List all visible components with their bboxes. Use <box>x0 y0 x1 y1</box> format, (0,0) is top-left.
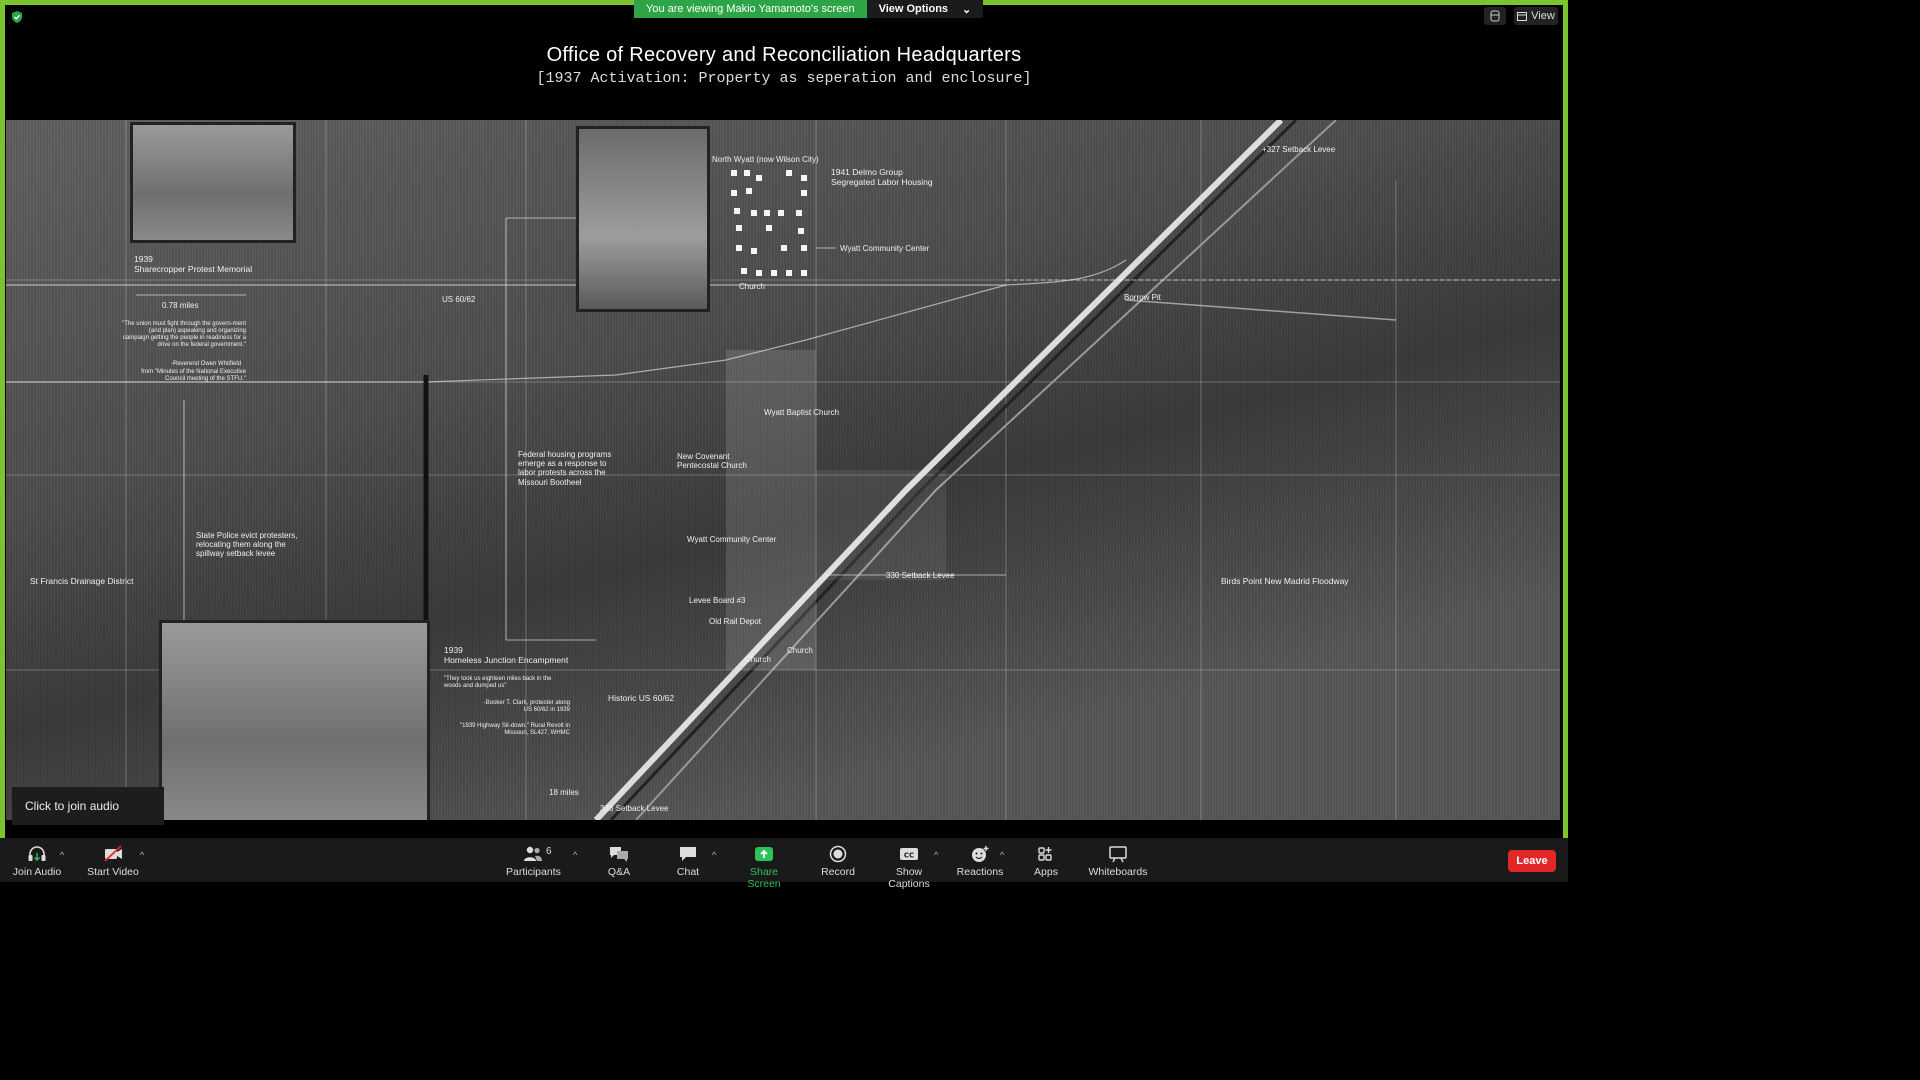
map-label-new-covenant: New Covenant <box>677 452 730 461</box>
apps-label: Apps <box>1034 866 1058 878</box>
chat-button[interactable]: Chat <box>670 844 706 878</box>
map-label-union-attribution: -Reverend Owen Whitfield <box>171 361 242 367</box>
map-label-church-lower-left: Church <box>745 655 771 664</box>
audio-options-caret[interactable]: ^ <box>60 850 64 860</box>
historic-photo-truck <box>130 122 296 243</box>
map-label-state-police: State Police evict protesters, relocatin… <box>196 531 298 559</box>
map-label-eighteen-quote: "They took us eighteen miles back in the… <box>444 676 552 689</box>
start-video-button[interactable]: Start Video <box>86 844 140 878</box>
participants-icon <box>524 846 542 861</box>
start-video-label: Start Video <box>87 866 139 878</box>
map-label-setback-levee-327: +327 Setback Levee <box>1262 145 1336 154</box>
map-label-homeless-encampment: Homeless Junction Encampment <box>444 655 569 665</box>
map-label-historic-us: Historic US 60/62 <box>608 693 675 703</box>
meeting-toolbar: Join Audio ^ Start Video ^ Participants … <box>0 838 1568 890</box>
map-label-wyatt-community-center-top: Wyatt Community Center <box>840 244 930 253</box>
map-label-revolt-source: "1939 Highway Sit-down," Rural Revolt in… <box>460 723 570 736</box>
leave-button[interactable]: Leave <box>1508 850 1556 872</box>
record-icon <box>829 845 847 863</box>
viewing-screen-label: You are viewing Makio Yamamoto's screen <box>634 0 867 18</box>
map-label-levee-board: Levee Board #3 <box>689 596 746 605</box>
grid-view-icon <box>1517 11 1528 21</box>
map-label-delmo-housing: Segregated Labor Housing <box>831 177 933 187</box>
map-label-old-rail-depot: Old Rail Depot <box>709 617 762 626</box>
map-label-wyatt-community-center-mid: Wyatt Community Center <box>687 535 777 544</box>
apps-icon <box>1038 847 1052 861</box>
view-options-button[interactable]: View Options ⌄ <box>866 0 984 18</box>
map-label-setback-levee-330: 330 Setback Levee <box>886 571 955 580</box>
map-label-distance-078: 0.78 miles <box>162 301 199 310</box>
screen-share-banner: You are viewing Makio Yamamoto's screen … <box>634 0 984 18</box>
map-label-sharecropper-memorial: Sharecropper Protest Memorial <box>134 264 253 274</box>
map-label-eighteen-miles: 18 miles <box>549 788 579 797</box>
show-captions-label: Show Captions <box>888 866 930 890</box>
map-label-clark-attribution: -Booker T. Clark, protester along US 60/… <box>483 700 570 713</box>
captions-options-caret[interactable]: ^ <box>934 850 938 860</box>
map-label-setback-levee-328: 328 Setback Levee <box>600 804 669 813</box>
security-shield-icon[interactable] <box>10 10 24 24</box>
svg-text:CC: CC <box>904 852 914 860</box>
slide-title: Office of Recovery and Reconciliation He… <box>546 44 1022 66</box>
record-button[interactable]: Record <box>818 844 858 878</box>
qa-button[interactable]: Q&A <box>598 844 640 878</box>
map-label-union-quote: "The union must fight through the govern… <box>122 321 246 348</box>
video-options-caret[interactable]: ^ <box>140 850 144 860</box>
map-label-wyatt-baptist: Wyatt Baptist Church <box>764 408 840 417</box>
map-label-north-wyatt: North Wyatt (now Wilson City) <box>712 155 819 164</box>
share-screen-button[interactable]: Share Screen <box>734 844 794 890</box>
view-label: View <box>1531 10 1555 22</box>
whiteboards-button[interactable]: Whiteboards <box>1088 844 1148 878</box>
captions-icon: CC <box>900 848 918 860</box>
map-label-us-60-62: US 60/62 <box>442 295 476 304</box>
map-label-borrow-pit: Borrow Pit <box>1124 293 1161 302</box>
reactions-button[interactable]: Reactions <box>956 844 1004 878</box>
participants-label: Participants <box>506 866 561 878</box>
map-label-st-francis: St Francis Drainage District <box>30 576 134 586</box>
map-label-church-lower-right: Church <box>787 646 813 655</box>
exit-fullscreen-button[interactable] <box>1484 7 1506 25</box>
join-audio-button[interactable]: Join Audio <box>10 844 64 878</box>
headphones-icon <box>28 846 46 861</box>
chat-icon <box>680 847 696 861</box>
map-label-pentecostal: Pentecostal Church <box>677 461 747 470</box>
chevron-down-icon: ⌄ <box>962 4 972 16</box>
map-label-union-source: from "Minutes of the National Executive … <box>141 369 246 382</box>
record-label: Record <box>821 866 855 878</box>
participants-options-caret[interactable]: ^ <box>573 850 577 860</box>
join-audio-label: Join Audio <box>12 866 62 878</box>
phone-icon <box>1490 10 1500 22</box>
view-button[interactable]: View <box>1514 7 1558 25</box>
map-label-federal-housing: Federal housing programs emerge as a res… <box>518 450 612 487</box>
video-off-icon <box>104 845 122 862</box>
reactions-options-caret[interactable]: ^ <box>1000 850 1004 860</box>
whiteboards-label: Whiteboards <box>1088 866 1148 878</box>
join-audio-tooltip[interactable]: Click to join audio <box>12 787 164 825</box>
aerial-map: North Wyatt (now Wilson City) 1941 Delmo… <box>6 120 1560 820</box>
participants-count: 6 <box>546 846 552 857</box>
chat-label: Chat <box>676 866 700 878</box>
share-screen-label: Share Screen <box>747 866 781 890</box>
qa-icon <box>610 847 628 862</box>
apps-button[interactable]: Apps <box>1030 844 1062 878</box>
map-label-birds-point: Birds Point New Madrid Floodway <box>1221 576 1349 586</box>
historic-photo-building <box>576 126 710 312</box>
map-label-church-top: Church <box>739 282 765 291</box>
view-options-label: View Options <box>878 3 949 15</box>
slide-subtitle: [1937 Activation: Property as seperation… <box>536 70 1032 87</box>
qa-label: Q&A <box>607 866 631 878</box>
share-screen-icon <box>755 847 773 861</box>
reactions-label: Reactions <box>956 866 1004 878</box>
chat-options-caret[interactable]: ^ <box>712 850 716 860</box>
reactions-icon <box>972 846 989 862</box>
historic-photo-encampment <box>159 620 430 820</box>
whiteboard-icon <box>1109 846 1127 863</box>
